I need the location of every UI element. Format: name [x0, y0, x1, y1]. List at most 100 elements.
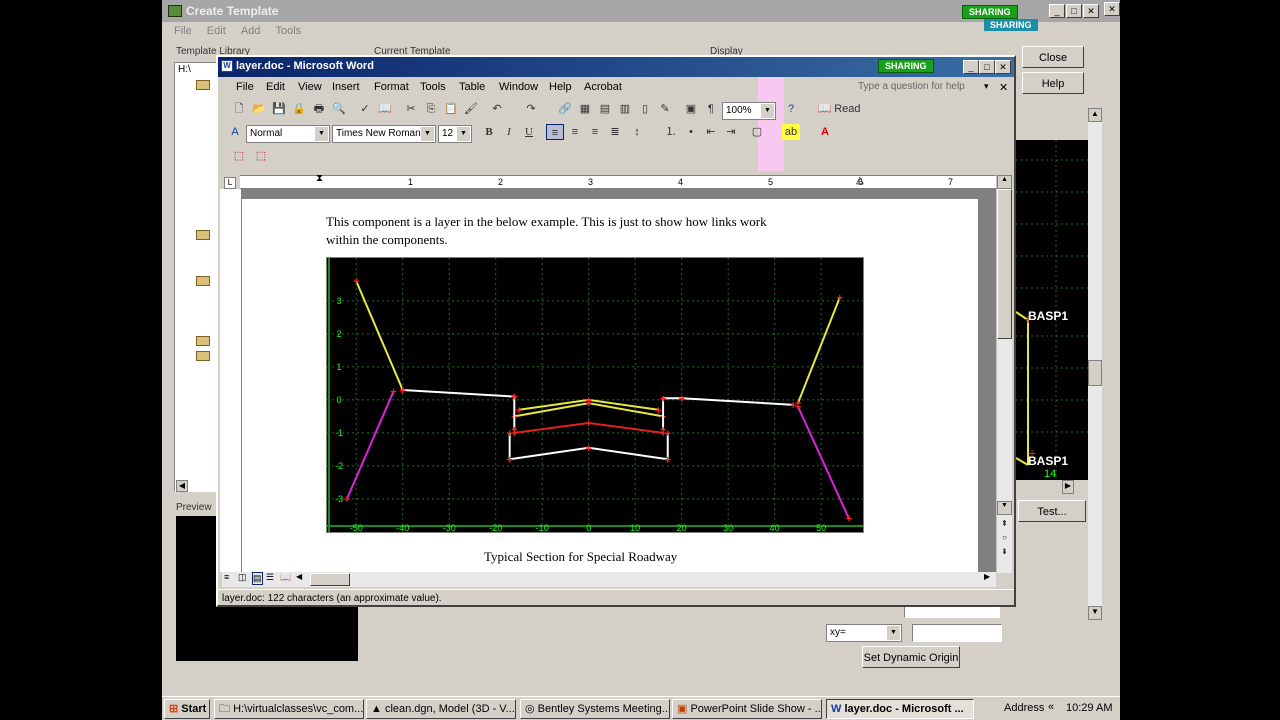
font-select[interactable]: Times New Roman ▼	[332, 125, 436, 143]
permission-icon[interactable]: 🔒	[290, 101, 308, 117]
reading-layout-icon[interactable]: 📖	[280, 572, 291, 583]
origin-field[interactable]	[904, 606, 1000, 618]
menu-window[interactable]: Window	[499, 81, 538, 93]
menu-table[interactable]: Table	[459, 81, 485, 93]
bold-button[interactable]: B	[480, 124, 498, 140]
back-minimize-button[interactable]: _	[1049, 4, 1065, 18]
doc-close-icon[interactable]: ✕	[999, 81, 1008, 94]
menu-edit[interactable]: Edit	[266, 81, 285, 93]
tab-selector[interactable]: L	[224, 177, 236, 189]
previous-page-icon[interactable]: ⇞	[997, 519, 1012, 533]
task-word[interactable]: W layer.doc - Microsoft ...	[826, 699, 974, 719]
scroll-down-arrow[interactable]: ▼	[997, 501, 1012, 515]
outline-view-icon[interactable]: ☰	[266, 572, 274, 583]
horizontal-ruler[interactable]: 1 2 3 4 5 6 7 ⧗ △	[240, 173, 1000, 189]
vertical-ruler[interactable]	[220, 189, 242, 572]
read-button[interactable]: 📖 Read	[812, 101, 866, 117]
outer-close-button[interactable]: ✕	[1104, 2, 1120, 16]
body-paragraph[interactable]: This component is a layer in the below e…	[326, 213, 767, 249]
word-close-button[interactable]: ✕	[995, 60, 1011, 74]
menu-acrobat[interactable]: Acrobat	[584, 81, 622, 93]
scroll-thumb[interactable]	[997, 189, 1012, 339]
copy-icon[interactable]: ⎘	[422, 101, 440, 117]
scroll-thumb[interactable]	[1088, 360, 1102, 386]
increase-indent-icon[interactable]: ⇥	[722, 124, 740, 140]
show-hide-icon[interactable]: ¶	[702, 101, 720, 117]
right-indent-marker[interactable]: △	[856, 175, 864, 186]
print-preview-icon[interactable]: 🔍	[330, 101, 348, 117]
left-indent-marker[interactable]: ⧗	[316, 173, 323, 184]
word-maximize-button[interactable]: □	[979, 60, 995, 74]
doc-vertical-scrollbar[interactable]: ▲ ▼ ⇞ ○ ⇟	[996, 175, 1012, 573]
document-map-icon[interactable]: ▣	[682, 101, 700, 117]
set-dynamic-origin-button[interactable]: Set Dynamic Origin	[862, 646, 960, 668]
web-view-icon[interactable]: ◫	[238, 572, 247, 583]
cut-icon[interactable]: ✂	[402, 101, 420, 117]
hyperlink-icon[interactable]: 🔗	[556, 101, 574, 117]
menu-file[interactable]: File	[236, 81, 254, 93]
xy-value-input[interactable]	[912, 624, 1002, 642]
start-button[interactable]: ⊞ Start	[164, 699, 210, 719]
numbering-icon[interactable]: ⒈	[662, 124, 680, 140]
word-sharing-badge[interactable]: SHARING	[878, 59, 934, 73]
test-button[interactable]: Test...	[1018, 500, 1086, 522]
back-menu-file[interactable]: File	[174, 25, 192, 37]
normal-view-icon[interactable]: ≡	[224, 572, 229, 582]
scroll-up-arrow[interactable]: ▲	[1088, 108, 1102, 122]
styles-icon[interactable]: A	[226, 124, 244, 140]
menu-help[interactable]: Help	[549, 81, 572, 93]
align-right-button[interactable]: ≡	[586, 124, 604, 140]
help-icon[interactable]: ?	[782, 101, 800, 117]
task-powerpoint[interactable]: ▣ PowerPoint Slide Show - ...	[672, 699, 822, 719]
back-menu-add[interactable]: Add	[241, 25, 261, 37]
print-layout-icon[interactable]: ▤	[252, 572, 263, 585]
redo-icon[interactable]: ↷	[522, 101, 540, 117]
scroll-thumb[interactable]	[310, 573, 350, 586]
insert-excel-icon[interactable]: ▥	[616, 101, 634, 117]
open-folder-icon[interactable]: 📂	[250, 101, 268, 117]
print-icon[interactable]: 🖶	[310, 101, 328, 117]
paste-icon[interactable]: 📋	[442, 101, 460, 117]
word-minimize-button[interactable]: _	[963, 60, 979, 74]
align-left-button[interactable]: ≡	[546, 124, 564, 140]
next-page-icon[interactable]: ⇟	[997, 547, 1012, 561]
insert-table-icon[interactable]: ▤	[596, 101, 614, 117]
font-size-select[interactable]: 12 ▼	[438, 125, 472, 143]
align-center-button[interactable]: ≡	[566, 124, 584, 140]
decrease-indent-icon[interactable]: ⇤	[702, 124, 720, 140]
drawing-icon[interactable]: ✎	[656, 101, 674, 117]
xy-select[interactable]: xy= ▼	[826, 624, 902, 642]
menu-format[interactable]: Format	[374, 81, 409, 93]
menu-view[interactable]: View	[298, 81, 322, 93]
task-meeting[interactable]: ◎ Bentley Systems Meeting...	[520, 699, 670, 719]
scroll-down-arrow[interactable]: ▼	[1088, 606, 1102, 620]
help-dropdown-icon[interactable]: ▾	[984, 81, 989, 92]
columns-icon[interactable]: ▯	[636, 101, 654, 117]
menu-insert[interactable]: Insert	[332, 81, 360, 93]
spelling-icon[interactable]: ✓	[356, 101, 374, 117]
convert-to-pdf-icon[interactable]: ⬚	[230, 148, 248, 164]
borders-icon[interactable]: ▢	[748, 124, 766, 140]
help-button[interactable]: Help	[1022, 72, 1084, 94]
toolbar-expand-icon[interactable]: «	[1048, 701, 1054, 713]
scroll-right-arrow[interactable]: ▶	[1062, 480, 1074, 494]
highlight-icon[interactable]: ab	[782, 124, 800, 140]
line-spacing-icon[interactable]: ↕	[628, 124, 646, 140]
style-select[interactable]: Normal ▼	[246, 125, 330, 143]
scroll-up-arrow[interactable]: ▲	[997, 175, 1012, 189]
tree-scroll-left[interactable]: ◀	[176, 480, 188, 492]
scroll-left-arrow[interactable]: ◀	[296, 572, 302, 581]
task-microstation[interactable]: ▲ clean.dgn, Model (3D - V...	[366, 699, 516, 719]
underline-button[interactable]: U	[520, 124, 538, 140]
back-menu-tools[interactable]: Tools	[275, 25, 301, 37]
new-document-icon[interactable]: 🗋	[230, 101, 248, 117]
browse-object-icon[interactable]: ○	[997, 533, 1012, 547]
document-page[interactable]: This component is a layer in the below e…	[242, 199, 978, 579]
menu-tools[interactable]: Tools	[420, 81, 446, 93]
tables-borders-icon[interactable]: ▦	[576, 101, 594, 117]
tree-root-path[interactable]: H:\	[178, 64, 191, 75]
pdf-email-icon[interactable]: ⬚	[252, 148, 270, 164]
research-icon[interactable]: 📖	[376, 101, 394, 117]
scroll-right-arrow[interactable]: ▶	[984, 572, 990, 581]
italic-button[interactable]: I	[500, 124, 518, 140]
